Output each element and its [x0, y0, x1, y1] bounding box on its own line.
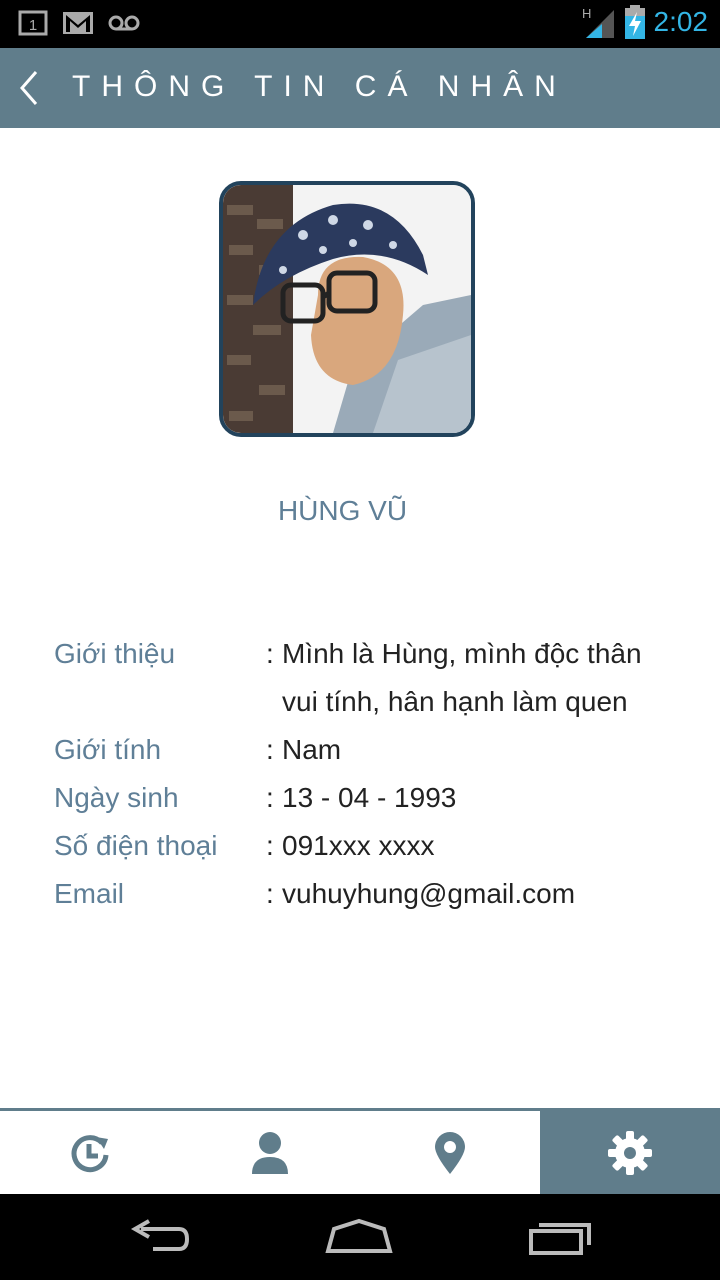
page-title: THÔNG TIN CÁ NHÂN	[72, 70, 567, 103]
info-label: Email	[54, 878, 125, 909]
info-label: Số điện thoại	[54, 830, 218, 861]
separator: :	[266, 638, 274, 669]
avatar[interactable]	[219, 181, 475, 437]
info-row-intro: Giới thiệu : Mình là Hùng, mình độc thân…	[54, 630, 694, 726]
info-row-gender: Giới tính : Nam	[54, 726, 694, 774]
back-nav-icon[interactable]	[127, 1217, 191, 1257]
recent-apps-icon[interactable]	[527, 1217, 593, 1257]
tab-location[interactable]	[360, 1111, 540, 1194]
network-type-label: H	[582, 6, 591, 21]
system-nav-bar	[0, 1194, 720, 1280]
app-header: THÔNG TIN CÁ NHÂN	[0, 48, 720, 128]
info-value: Nam	[282, 734, 342, 765]
info-row-email: Email : vuhuyhung@gmail.com	[54, 870, 694, 918]
profile-name: HÙNG VŨ	[277, 495, 408, 526]
voicemail-icon	[108, 15, 140, 31]
separator: :	[266, 782, 274, 813]
info-value: vuhuyhung@gmail.com	[282, 878, 576, 909]
profile-info: Giới thiệu : Mình là Hùng, mình độc thân…	[54, 630, 694, 918]
info-value: 091xxx xxxx	[282, 830, 435, 861]
info-label: Ngày sinh	[54, 782, 179, 813]
battery-charging-icon	[624, 5, 645, 39]
notification-icons: 1	[18, 10, 140, 36]
calendar-icon: 1	[18, 10, 48, 36]
gmail-icon	[63, 12, 93, 34]
clock: 2:02	[653, 6, 709, 37]
info-value: Mình là Hùng, mình độc thân vui tính, hâ…	[282, 638, 642, 717]
gear-icon	[608, 1130, 652, 1175]
home-nav-icon[interactable]	[324, 1217, 394, 1257]
chevron-left-icon	[20, 71, 38, 105]
tab-profile[interactable]	[180, 1111, 360, 1194]
info-row-phone: Số điện thoại : 091xxx xxxx	[54, 822, 694, 870]
status-bar: 1 H 2:02	[0, 0, 720, 48]
tab-settings[interactable]	[540, 1111, 720, 1194]
system-status: H 2:02	[582, 4, 709, 40]
separator: :	[266, 734, 274, 765]
info-label: Giới thiệu	[54, 638, 176, 669]
svg-text:1: 1	[29, 17, 37, 34]
separator: :	[266, 878, 274, 909]
cell-signal-icon: H	[582, 6, 614, 38]
back-button[interactable]	[12, 66, 52, 110]
info-row-birthday: Ngày sinh : 13 - 04 - 1993	[54, 774, 694, 822]
avatar-photo	[223, 185, 471, 433]
separator: :	[266, 830, 274, 861]
history-icon	[71, 1134, 109, 1172]
location-pin-icon	[435, 1131, 465, 1174]
info-label: Giới tính	[54, 734, 162, 765]
tab-history[interactable]	[0, 1111, 180, 1194]
info-value: 13 - 04 - 1993	[282, 782, 457, 813]
person-icon	[252, 1131, 288, 1174]
bottom-nav	[0, 1108, 720, 1194]
